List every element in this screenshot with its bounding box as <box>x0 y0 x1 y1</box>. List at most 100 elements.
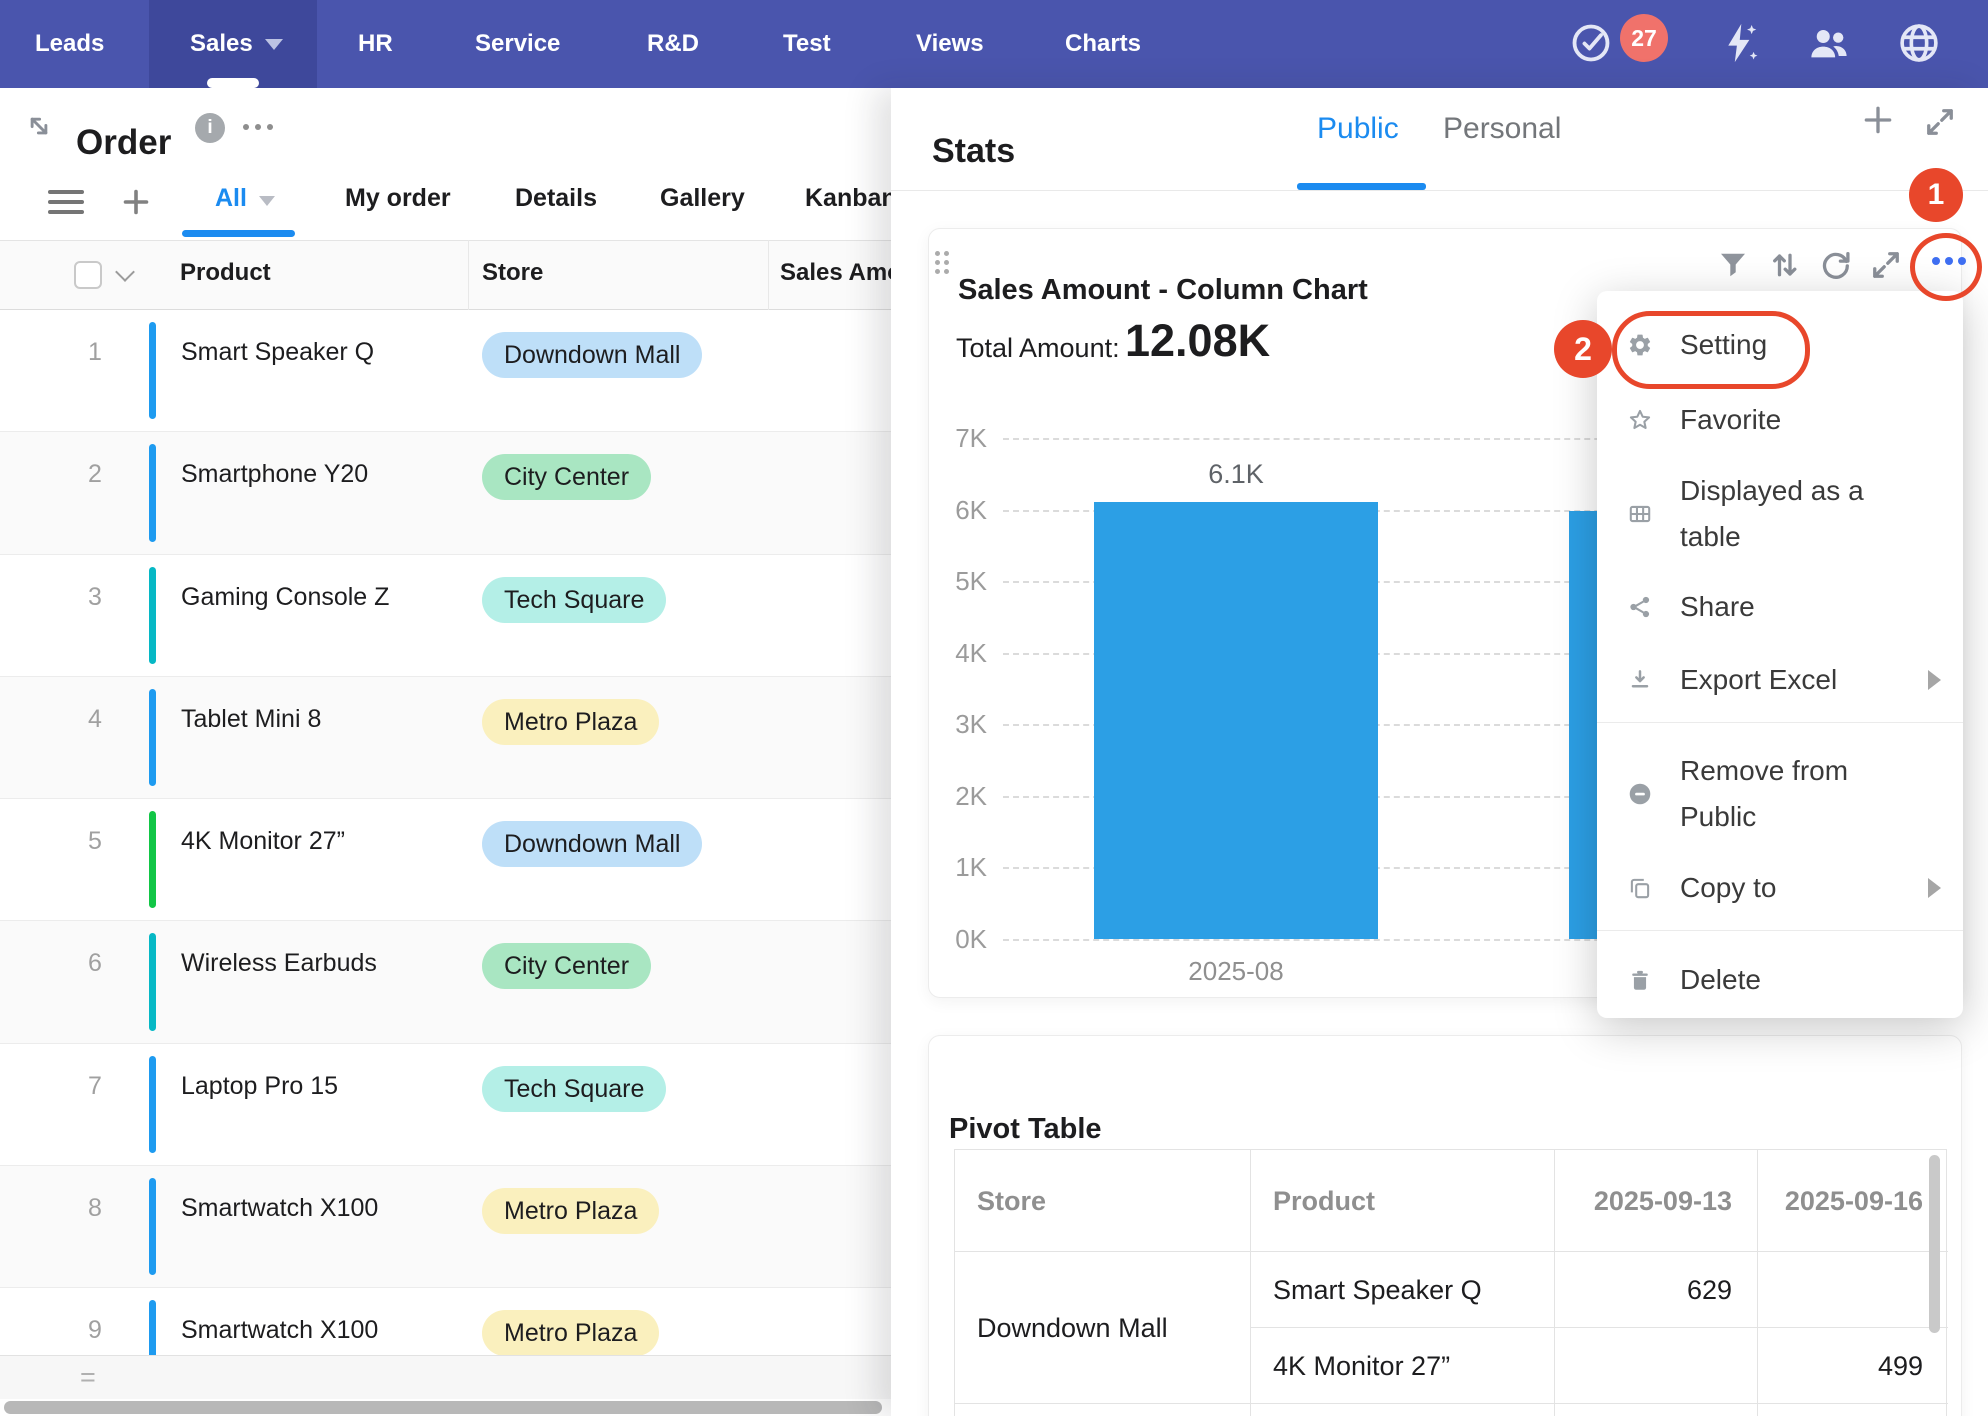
store-tag[interactable]: City Center <box>482 454 651 500</box>
more-options-icon[interactable] <box>243 124 273 130</box>
y-axis-tick: 3K <box>917 708 987 740</box>
views-list-icon[interactable] <box>48 190 84 220</box>
chart-title: Sales Amount - Column Chart <box>958 274 1368 307</box>
add-view-icon[interactable] <box>118 184 154 220</box>
submenu-caret-icon <box>1928 670 1941 690</box>
product-cell[interactable]: Gaming Console Z <box>181 583 389 612</box>
menu-item-export-excel[interactable]: Export Excel <box>1597 653 1963 707</box>
nav-tab-sales[interactable]: Sales <box>190 0 283 88</box>
info-icon[interactable]: i <box>195 113 225 143</box>
pivot-cell-value[interactable]: 499 <box>1758 1328 1948 1404</box>
expand-panel-icon[interactable] <box>1922 104 1958 140</box>
download-icon <box>1627 667 1653 693</box>
store-tag[interactable]: Downdown Mall <box>482 332 702 378</box>
table-row[interactable]: 4 Tablet Mini 8 Metro Plaza <box>0 677 891 799</box>
drag-handle-icon[interactable] <box>935 251 949 274</box>
tab-personal[interactable]: Personal <box>1443 112 1561 146</box>
table-row[interactable]: 1 Smart Speaker Q Downdown Mall <box>0 310 891 432</box>
product-cell[interactable]: 4K Monitor 27” <box>181 827 345 856</box>
column-header-sales-amount[interactable]: Sales Amount <box>780 259 891 287</box>
table-row[interactable]: 9 Smartwatch X100 Metro Plaza <box>0 1288 891 1355</box>
nav-tab-charts[interactable]: Charts <box>1065 0 1141 88</box>
pivot-header-date-1: 2025-09-13 <box>1555 1150 1758 1252</box>
view-tab-my-order[interactable]: My order <box>345 184 451 213</box>
nav-tab-test[interactable]: Test <box>783 0 831 88</box>
row-number: 9 <box>20 1316 170 1345</box>
pivot-vertical-scrollbar[interactable] <box>1929 1155 1940 1333</box>
collaborators-icon[interactable] <box>1806 20 1852 66</box>
menu-item-displayed-as-table[interactable]: Displayed as a table <box>1597 468 1963 560</box>
menu-item-copy-to[interactable]: Copy to <box>1597 861 1963 915</box>
table-row[interactable]: 6 Wireless Earbuds City Center <box>0 921 891 1043</box>
pivot-cell-product[interactable]: Smart Speaker Q <box>1251 1252 1555 1328</box>
store-tag[interactable]: Metro Plaza <box>482 699 659 745</box>
view-tab-kanban[interactable]: Kanban <box>805 184 891 213</box>
pivot-cell-value[interactable]: 629 <box>1555 1252 1758 1328</box>
expand-chart-icon[interactable] <box>1868 247 1904 283</box>
product-cell[interactable]: Smartphone Y20 <box>181 460 368 489</box>
column-header-store[interactable]: Store <box>482 259 543 287</box>
tab-public[interactable]: Public <box>1317 112 1399 146</box>
store-tag[interactable]: Downdown Mall <box>482 821 702 867</box>
product-cell[interactable]: Smart Speaker Q <box>181 338 374 367</box>
add-chart-icon[interactable] <box>1858 100 1898 140</box>
menu-item-label: Favorite <box>1680 397 1781 443</box>
product-cell[interactable]: Smartwatch X100 <box>181 1194 378 1223</box>
product-cell[interactable]: Laptop Pro 15 <box>181 1072 338 1101</box>
notification-badge[interactable]: 27 <box>1620 14 1668 62</box>
collapse-diagonal-icon[interactable] <box>24 111 54 141</box>
product-cell[interactable]: Tablet Mini 8 <box>181 705 321 734</box>
pivot-cell-product[interactable]: 4K Monitor 27” <box>1251 1328 1555 1404</box>
tasks-check-icon[interactable] <box>1568 20 1614 66</box>
product-cell[interactable]: Wireless Earbuds <box>181 949 377 978</box>
refresh-icon[interactable] <box>1817 247 1853 283</box>
pivot-header-date-2: 2025-09-16 <box>1758 1150 1948 1252</box>
pivot-cell-value[interactable] <box>1555 1328 1758 1404</box>
view-tab-gallery[interactable]: Gallery <box>660 184 745 213</box>
horizontal-scrollbar[interactable] <box>4 1401 882 1414</box>
y-axis-tick: 2K <box>917 780 987 812</box>
language-globe-icon[interactable] <box>1896 20 1942 66</box>
tab-active-underline <box>1297 183 1426 190</box>
menu-item-label: Copy to <box>1680 865 1777 911</box>
store-tag[interactable]: Metro Plaza <box>482 1310 659 1355</box>
chart-bar[interactable] <box>1094 502 1378 939</box>
filter-icon[interactable] <box>1715 247 1751 283</box>
store-tag[interactable]: Tech Square <box>482 577 666 623</box>
menu-item-label: Delete <box>1680 957 1761 1003</box>
pivot-cell <box>1758 1404 1948 1416</box>
column-header-product[interactable]: Product <box>180 259 271 287</box>
table-row[interactable]: 8 Smartwatch X100 Metro Plaza <box>0 1166 891 1288</box>
menu-item-delete[interactable]: Delete <box>1597 953 1963 1007</box>
pivot-cell-store[interactable]: Downdown Mall <box>955 1252 1251 1404</box>
table-row[interactable]: 7 Laptop Pro 15 Tech Square <box>0 1044 891 1166</box>
store-tag[interactable]: City Center <box>482 943 651 989</box>
ai-bolt-icon[interactable] <box>1716 20 1762 66</box>
product-cell[interactable]: Smartwatch X100 <box>181 1316 378 1345</box>
y-axis-tick: 1K <box>917 851 987 883</box>
table-row[interactable]: 5 4K Monitor 27” Downdown Mall <box>0 799 891 921</box>
menu-item-share[interactable]: Share <box>1597 580 1963 634</box>
nav-tab-rd[interactable]: R&D <box>647 0 699 88</box>
store-tag[interactable]: Metro Plaza <box>482 1188 659 1234</box>
menu-item-favorite[interactable]: Favorite <box>1597 393 1963 447</box>
nav-tab-sales-label: Sales <box>190 30 253 57</box>
menu-item-remove-from-public[interactable]: Remove from Public <box>1597 748 1963 840</box>
nav-tab-views[interactable]: Views <box>916 0 984 88</box>
menu-divider <box>1597 722 1963 723</box>
row-number: 6 <box>20 949 170 978</box>
nav-tab-service[interactable]: Service <box>475 0 560 88</box>
chevron-down-icon[interactable] <box>115 262 135 282</box>
store-tag[interactable]: Tech Square <box>482 1066 666 1112</box>
y-axis-tick: 7K <box>917 422 987 454</box>
table-row[interactable]: 3 Gaming Console Z Tech Square <box>0 555 891 677</box>
sort-icon[interactable] <box>1766 247 1802 283</box>
nav-tab-leads[interactable]: Leads <box>35 0 104 88</box>
nav-tab-hr[interactable]: HR <box>358 0 393 88</box>
view-tab-all[interactable]: All <box>215 184 275 213</box>
select-all-checkbox[interactable] <box>74 261 102 289</box>
pivot-cell-value[interactable] <box>1758 1252 1948 1328</box>
view-tab-details[interactable]: Details <box>515 184 597 213</box>
table-row[interactable]: 2 Smartphone Y20 City Center <box>0 432 891 554</box>
menu-item-label: Export Excel <box>1680 657 1837 703</box>
